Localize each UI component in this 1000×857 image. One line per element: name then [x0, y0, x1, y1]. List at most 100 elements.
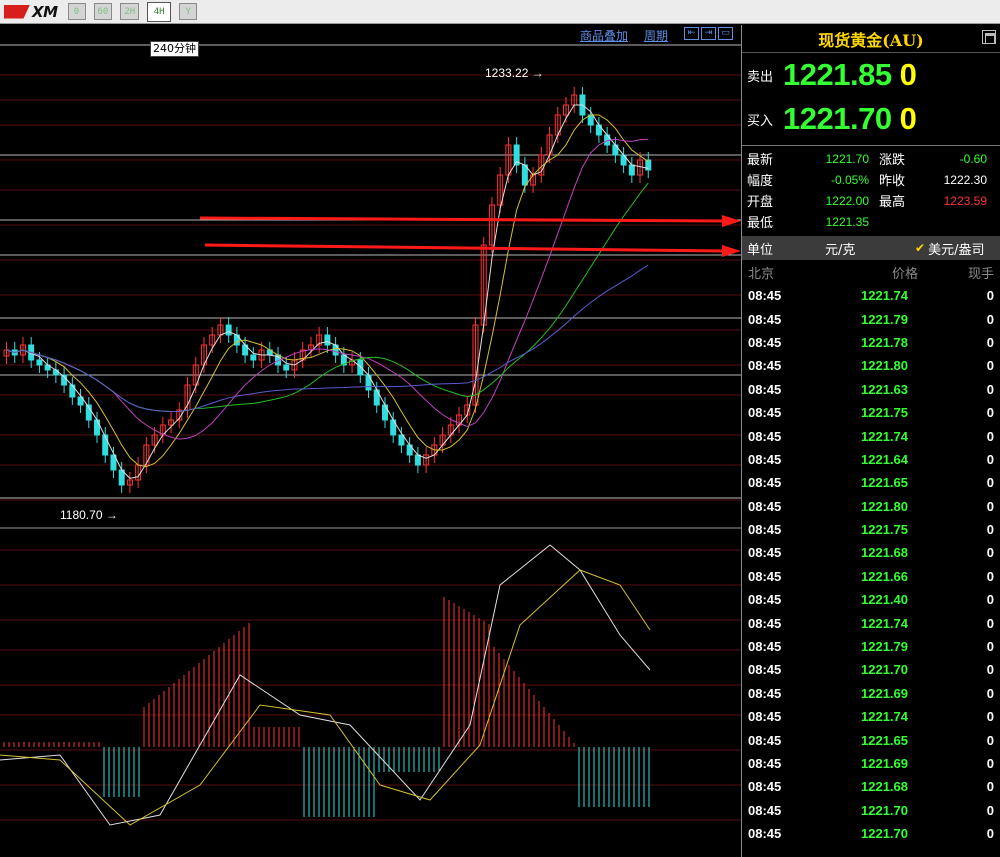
xm-logo-mark: [4, 4, 30, 19]
xm-logo: XM: [4, 2, 58, 22]
chart-area[interactable]: 1233.22 → 1180.70 → 240分钟 商品叠加 周期 ⇤ ⇥ ▭: [0, 25, 741, 857]
timeframe-button-60[interactable]: 60: [93, 3, 113, 20]
tick-vol: 0: [986, 568, 994, 584]
tick-price: 1221.69: [861, 756, 908, 771]
sell-label: 卖出: [747, 69, 774, 85]
tick-vol: 0: [986, 358, 994, 374]
tick-time: 08:45: [748, 451, 782, 467]
tick-row: 08:45 1221.69 0: [742, 682, 1000, 705]
buy-price: 1221.70: [783, 101, 892, 136]
zoom-out-icon[interactable]: ▭: [718, 27, 733, 40]
tick-price: 1221.80: [861, 498, 908, 514]
tick-row: 08:45 1221.65 0: [742, 471, 1000, 494]
maximize-icon[interactable]: [982, 30, 996, 44]
tick-time: 08:45: [748, 639, 782, 655]
low-price-label: 1180.70 →: [60, 508, 118, 522]
tick-row: 08:45 1221.70 0: [742, 799, 1000, 822]
scroll-right-icon[interactable]: ⇥: [701, 27, 716, 40]
tick-vol: 0: [986, 428, 994, 444]
tick-price: 1221.79: [861, 639, 908, 655]
candle-body: [357, 359, 364, 376]
candle-body: [69, 384, 76, 398]
high-label: 最高: [879, 195, 906, 210]
tick-price: 1221.70: [861, 662, 908, 678]
tick-price: 1221.74: [861, 288, 908, 304]
candle-body: [250, 354, 257, 361]
tick-row: 08:45 1221.74 0: [742, 284, 1000, 307]
unit-usd-option[interactable]: ✔ 美元/盎司: [915, 239, 984, 258]
tick-time: 08:45: [748, 498, 782, 514]
candle-body: [521, 164, 528, 186]
timeframe-button-4h[interactable]: 4H: [147, 1, 172, 22]
tick-vol: 0: [986, 662, 994, 678]
tick-time: 08:45: [748, 615, 782, 631]
tick-price: 1221.75: [861, 405, 908, 421]
tick-price: 1221.79: [861, 311, 908, 327]
toolbar: XM 0 60 2H 4H Y: [0, 0, 1000, 24]
tick-vol: 0: [986, 826, 994, 842]
tick-time: 08:45: [748, 522, 782, 538]
tick-row: 08:45 1221.78 0: [742, 331, 1000, 354]
range-value: -0.05%: [830, 172, 869, 187]
tick-time: 08:45: [748, 381, 782, 397]
unit-bar: 单位 元/克 ✔ 美元/盎司: [742, 236, 1000, 260]
tick-price: 1221.69: [861, 685, 908, 701]
tick-vol: 0: [986, 311, 994, 327]
tick-time: 08:45: [748, 732, 782, 748]
tick-vol: 0: [986, 405, 994, 421]
tick-time: 08:45: [748, 288, 782, 304]
chart-links: 商品叠加 周期 ⇤ ⇥ ▭: [580, 27, 733, 44]
timeframe-button-2h[interactable]: 2H: [120, 3, 140, 20]
tick-vol: 0: [986, 639, 994, 655]
tick-price: 1221.40: [861, 592, 908, 608]
candle-body: [102, 434, 109, 456]
tick-time: 08:45: [748, 802, 782, 818]
tick-row: 08:45 1221.74 0: [742, 611, 1000, 634]
tick-vol: 0: [986, 334, 994, 350]
tick-vol: 0: [986, 592, 994, 608]
unit-yuan-option[interactable]: 元/克: [825, 239, 915, 258]
candle-body: [283, 364, 290, 371]
sell-quote: 卖出 1221.85 0: [742, 53, 1000, 97]
tick-vol: 0: [986, 288, 994, 304]
tick-list[interactable]: 08:45 1221.74 0 08:45 1221.79 0 08:45 1221.78 0 0…: [742, 284, 1000, 845]
period-link[interactable]: 周期: [644, 27, 668, 44]
tick-vol: 0: [986, 756, 994, 771]
tick-header-price: 价格: [891, 266, 918, 282]
tick-vol: 0: [986, 779, 994, 795]
prev-close-value: 1222.30: [943, 172, 987, 187]
annotation-arrow: [199, 216, 726, 223]
ma-line: [6, 114, 649, 468]
overlay-link[interactable]: 商品叠加: [580, 27, 628, 44]
tick-vol: 0: [986, 732, 994, 748]
tick-row: 08:45 1221.64 0: [742, 448, 1000, 471]
macd-dea-line: [0, 569, 651, 826]
tick-price: 1221.70: [861, 826, 908, 842]
tick-row: 08:45 1221.68 0: [742, 541, 1000, 564]
candlestick-chart[interactable]: 1233.22 → 1180.70 →: [0, 25, 741, 857]
tick-row: 08:45 1221.75 0: [742, 518, 1000, 541]
tick-price: 1221.65: [861, 475, 908, 491]
ma-line: [6, 138, 649, 440]
tick-price: 1221.66: [861, 568, 908, 584]
tick-vol: 0: [986, 685, 994, 701]
low-value: 1221.35: [825, 214, 869, 229]
tick-vol: 0: [986, 381, 994, 397]
tick-time: 08:45: [748, 592, 782, 608]
tick-row: 08:45 1221.74 0: [742, 705, 1000, 728]
scroll-left-icon[interactable]: ⇤: [684, 27, 699, 40]
tick-time: 08:45: [748, 405, 782, 421]
tick-row: 08:45 1221.66 0: [742, 565, 1000, 588]
tick-row: 08:45 1221.69 0: [742, 752, 1000, 775]
tick-price: 1221.70: [861, 802, 908, 818]
tick-price: 1221.63: [861, 381, 908, 397]
tick-time: 08:45: [748, 662, 782, 678]
timeframe-button-y[interactable]: Y: [179, 3, 198, 20]
change-value: -0.60: [959, 151, 987, 166]
timeframe-button-0[interactable]: 0: [67, 3, 86, 20]
tick-time: 08:45: [748, 334, 782, 350]
tick-row: 08:45 1221.79 0: [742, 635, 1000, 658]
candle-body: [414, 454, 421, 466]
change-label: 涨跌: [879, 153, 906, 168]
high-price-label: 1233.22 →: [485, 66, 544, 80]
